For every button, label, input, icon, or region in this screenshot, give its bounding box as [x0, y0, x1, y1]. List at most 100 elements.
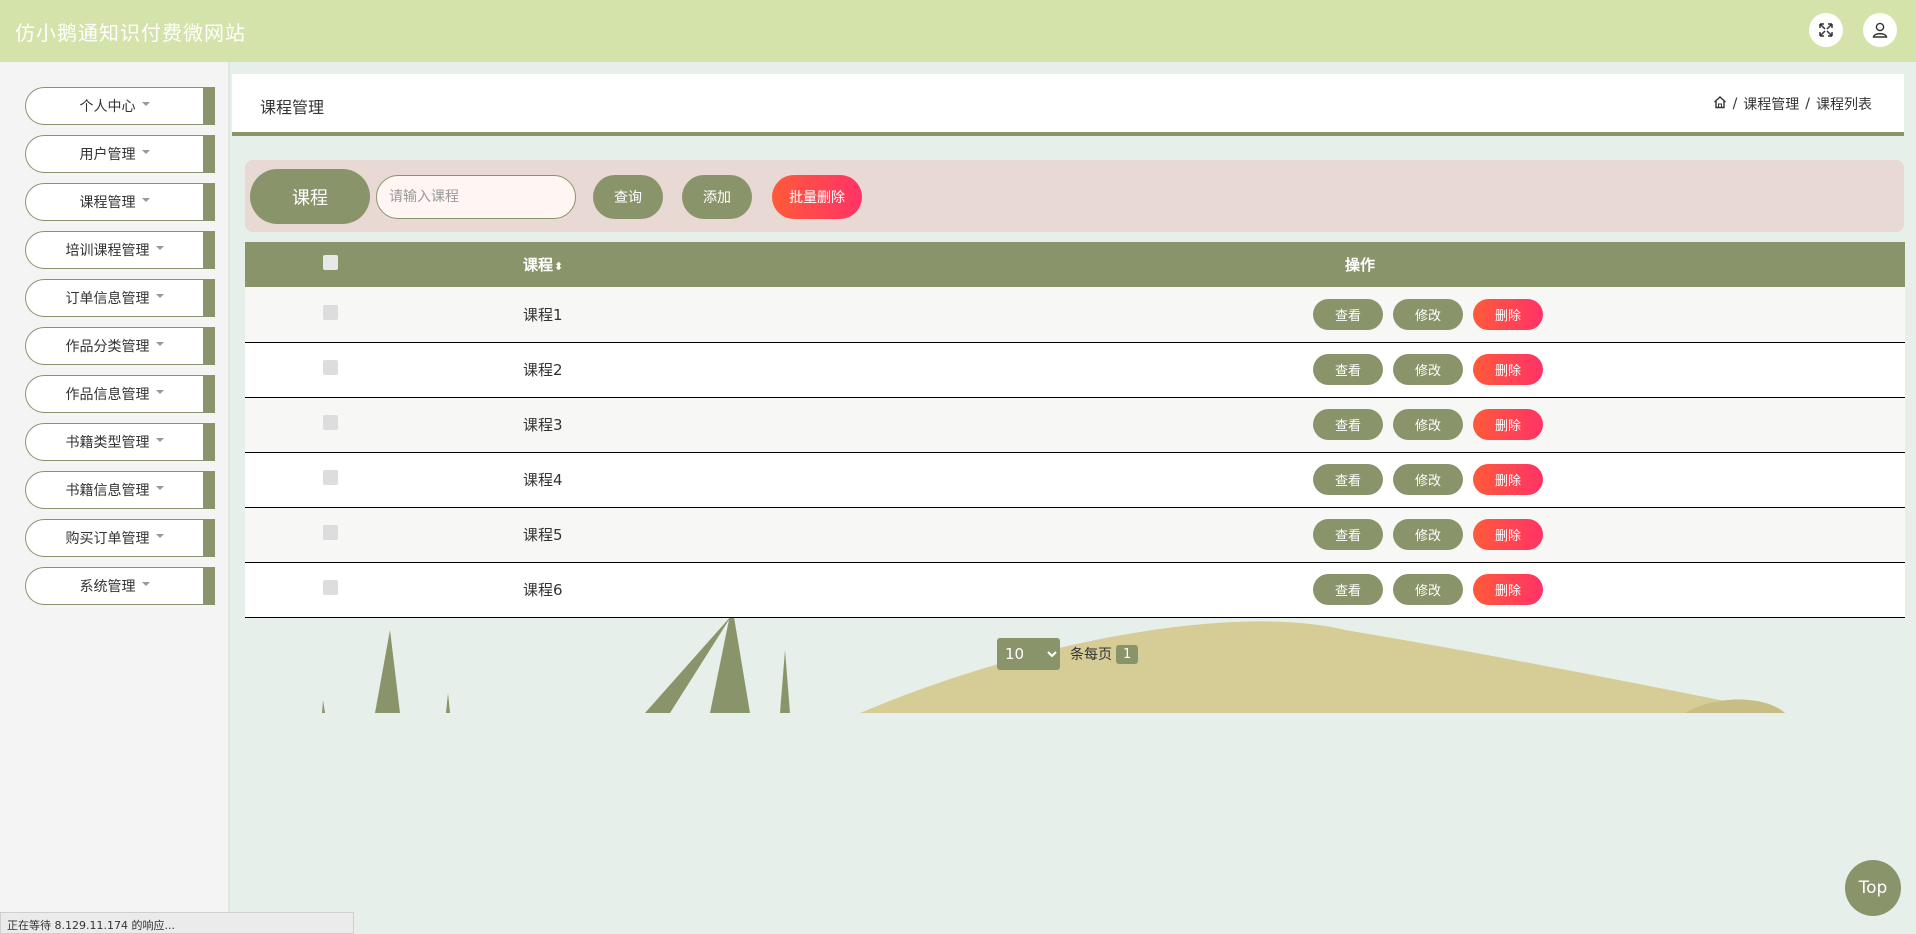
- course-name-cell: 课程3: [523, 416, 563, 434]
- caret-down-icon: [141, 102, 150, 106]
- view-button[interactable]: 查看: [1313, 354, 1383, 385]
- edit-button[interactable]: 修改: [1393, 354, 1463, 385]
- sidebar-item-label: 用户管理: [79, 147, 136, 163]
- home-icon[interactable]: [1713, 95, 1727, 113]
- caret-down-icon: [155, 534, 164, 538]
- table-row: 课程2 查看 修改 删除: [245, 342, 1905, 397]
- sidebar-item-training-course-management[interactable]: 培训课程管理: [25, 231, 215, 269]
- caret-down-icon: [141, 150, 150, 154]
- breadcrumb-item: 课程列表: [1816, 97, 1872, 113]
- row-checkbox[interactable]: [322, 525, 338, 540]
- view-button[interactable]: 查看: [1313, 409, 1383, 440]
- table-row: 课程6 查看 修改 删除: [245, 562, 1905, 617]
- sidebar-item-book-info-management[interactable]: 书籍信息管理: [25, 471, 215, 509]
- caret-down-icon: [155, 486, 164, 490]
- sidebar-item-label: 课程管理: [79, 195, 136, 211]
- row-checkbox[interactable]: [322, 415, 338, 430]
- user-icon[interactable]: [1863, 13, 1897, 47]
- delete-button[interactable]: 删除: [1473, 354, 1543, 385]
- sidebar-item-work-category-management[interactable]: 作品分类管理: [25, 327, 215, 365]
- course-name-cell: 课程1: [523, 305, 563, 324]
- row-checkbox[interactable]: [322, 304, 338, 320]
- row-checkbox[interactable]: [322, 470, 338, 485]
- row-checkbox[interactable]: [322, 580, 338, 595]
- sidebar-item-label: 作品分类管理: [65, 339, 150, 355]
- search-label: 课程: [250, 169, 370, 224]
- sidebar-item-personal-center[interactable]: 个人中心: [25, 87, 215, 125]
- search-input[interactable]: [376, 175, 576, 219]
- table-header-row: 课程⬍ 操作: [245, 242, 1905, 287]
- sidebar-item-label: 培训课程管理: [65, 243, 150, 259]
- search-bar: 课程 查询 添加 批量删除: [245, 160, 1904, 232]
- select-all-checkbox[interactable]: [322, 255, 338, 270]
- breadcrumb-item[interactable]: 课程管理: [1743, 94, 1799, 114]
- view-button[interactable]: 查看: [1313, 464, 1383, 495]
- course-table: 课程⬍ 操作 课程1 查看 修改 删除 课程2 查看 修改 删除 课程3 查看 …: [245, 242, 1905, 618]
- browser-status-bar: 正在等待 8.129.11.174 的响应...: [0, 912, 354, 934]
- sidebar-item-label: 书籍类型管理: [65, 435, 150, 451]
- sidebar-item-course-management[interactable]: 课程管理: [25, 183, 215, 221]
- sidebar: 个人中心 用户管理 课程管理 培训课程管理 订单信息管理 作品分类管理 作品信息…: [0, 62, 230, 934]
- back-to-top-button[interactable]: Top: [1845, 860, 1901, 916]
- view-button[interactable]: 查看: [1313, 574, 1383, 605]
- view-button[interactable]: 查看: [1313, 298, 1383, 330]
- delete-button[interactable]: 删除: [1473, 574, 1543, 605]
- sidebar-item-label: 订单信息管理: [65, 291, 150, 307]
- query-button[interactable]: 查询: [593, 175, 663, 219]
- sidebar-item-user-management[interactable]: 用户管理: [25, 135, 215, 173]
- edit-button[interactable]: 修改: [1393, 409, 1463, 440]
- pagination: 10 条每页 1: [997, 638, 1139, 670]
- table-row: 课程3 查看 修改 删除: [245, 397, 1905, 452]
- delete-button[interactable]: 删除: [1473, 298, 1543, 330]
- sidebar-item-work-info-management[interactable]: 作品信息管理: [25, 375, 215, 413]
- caret-down-icon: [155, 246, 164, 250]
- table-row: 课程1 查看 修改 删除: [245, 287, 1905, 342]
- batch-delete-button[interactable]: 批量删除: [772, 175, 862, 219]
- page-size-select[interactable]: 10: [997, 638, 1060, 670]
- sidebar-item-label: 购买订单管理: [65, 531, 150, 547]
- sort-icon[interactable]: ⬍: [554, 260, 563, 273]
- edit-button[interactable]: 修改: [1393, 519, 1463, 550]
- column-header-ops: 操作: [1345, 256, 1376, 274]
- caret-down-icon: [141, 582, 150, 586]
- page-number[interactable]: 1: [1116, 644, 1139, 664]
- breadcrumb-separator: /: [1805, 96, 1810, 112]
- content-header: 课程管理 / 课程管理 / 课程列表: [232, 74, 1904, 136]
- delete-button[interactable]: 删除: [1473, 519, 1543, 550]
- course-name-cell: 课程6: [523, 581, 563, 599]
- top-bar: 仿小鹅通知识付费微网站: [0, 0, 1916, 62]
- edit-button[interactable]: 修改: [1393, 464, 1463, 495]
- sidebar-item-purchase-order-management[interactable]: 购买订单管理: [25, 519, 215, 557]
- sidebar-item-label: 书籍信息管理: [65, 483, 150, 499]
- sidebar-item-order-info-management[interactable]: 订单信息管理: [25, 279, 215, 317]
- sidebar-item-label: 作品信息管理: [65, 387, 150, 403]
- caret-down-icon: [155, 390, 164, 394]
- sidebar-item-system-management[interactable]: 系统管理: [25, 567, 215, 605]
- app-title: 仿小鹅通知识付费微网站: [15, 21, 246, 45]
- breadcrumb-separator: /: [1732, 96, 1738, 112]
- column-header-course[interactable]: 课程⬍: [415, 242, 835, 287]
- delete-button[interactable]: 删除: [1473, 409, 1543, 440]
- view-button[interactable]: 查看: [1313, 519, 1383, 550]
- caret-down-icon: [155, 294, 164, 298]
- row-checkbox[interactable]: [322, 360, 338, 375]
- breadcrumb: / 课程管理 / 课程列表: [1713, 94, 1872, 114]
- edit-button[interactable]: 修改: [1393, 298, 1463, 330]
- caret-down-icon: [155, 342, 164, 346]
- course-name-cell: 课程2: [523, 361, 563, 379]
- course-name-cell: 课程4: [523, 471, 563, 489]
- per-page-label: 条每页: [1070, 647, 1112, 663]
- caret-down-icon: [141, 198, 150, 202]
- edit-button[interactable]: 修改: [1393, 574, 1463, 605]
- add-button[interactable]: 添加: [682, 175, 752, 219]
- expand-icon[interactable]: [1809, 13, 1843, 47]
- table-row: 课程5 查看 修改 删除: [245, 507, 1905, 562]
- table-row: 课程4 查看 修改 删除: [245, 452, 1905, 507]
- page-title: 课程管理: [260, 98, 325, 117]
- sidebar-item-label: 系统管理: [79, 579, 136, 595]
- caret-down-icon: [155, 438, 164, 442]
- delete-button[interactable]: 删除: [1473, 464, 1543, 495]
- sidebar-item-label: 个人中心: [79, 99, 136, 115]
- sidebar-item-book-type-management[interactable]: 书籍类型管理: [25, 423, 215, 461]
- course-name-cell: 课程5: [523, 526, 563, 544]
